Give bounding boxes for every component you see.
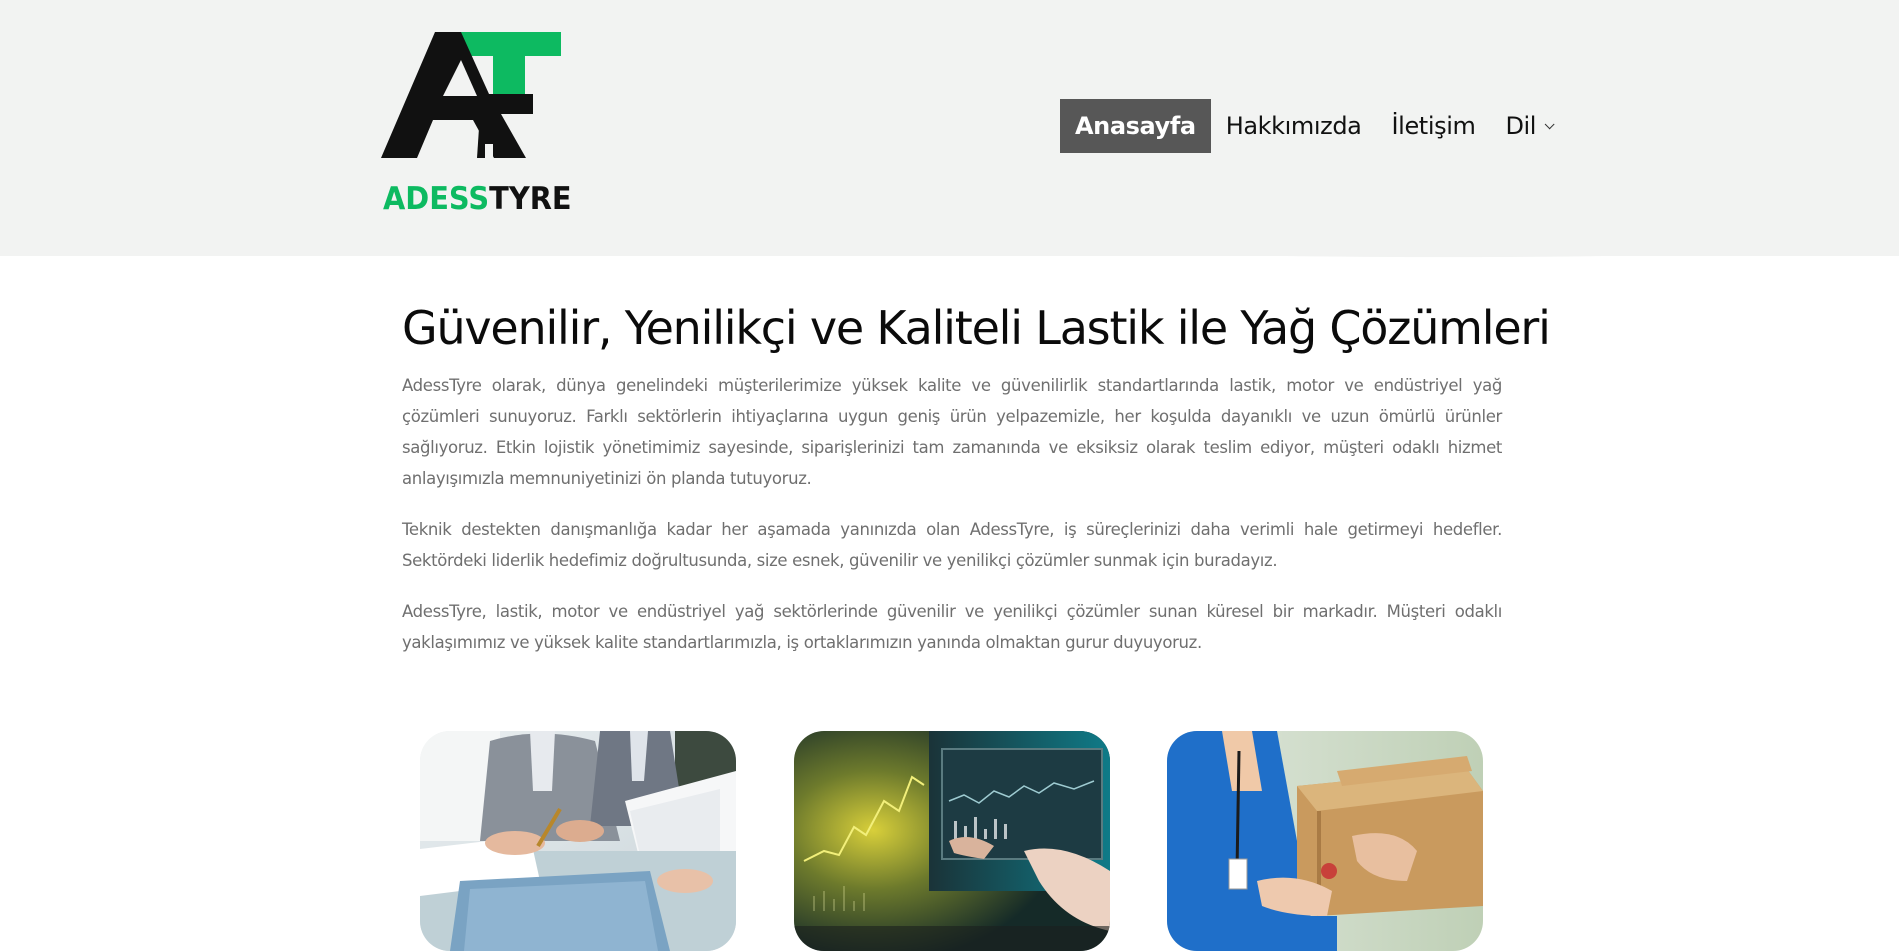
feature-cards xyxy=(420,731,1486,951)
nav-item-label: Hakkımızda xyxy=(1225,112,1362,140)
page-title: Güvenilir, Yenilikçi ve Kaliteli Lastik … xyxy=(402,301,1551,355)
at-monogram-logo xyxy=(381,32,561,158)
card-package-delivery[interactable] xyxy=(1167,731,1483,951)
nav-item-label: İletişim xyxy=(1391,112,1476,140)
chevron-down-icon xyxy=(1544,118,1555,129)
site-logo[interactable]: ADESSTYRE xyxy=(381,32,572,222)
stock-chart-screens-photo xyxy=(794,731,1110,951)
header-wave-divider xyxy=(0,234,1899,258)
nav-item-iletisim[interactable]: İletişim xyxy=(1377,99,1491,153)
brand-paragraph: AdessTyre, lastik, motor ve endüstriyel … xyxy=(402,602,1502,652)
nav-item-hakkimizda[interactable]: Hakkımızda xyxy=(1211,99,1377,153)
logo-wordmark: ADESSTYRE xyxy=(383,181,572,217)
main-nav: Anasayfa Hakkımızda İletişim Dil xyxy=(1060,99,1566,153)
support-paragraph: Teknik destekten danışmanlığa kadar her … xyxy=(402,520,1502,570)
card-stock-chart[interactable] xyxy=(794,731,1110,951)
nav-item-label: Anasayfa xyxy=(1075,112,1196,140)
nav-item-anasayfa[interactable]: Anasayfa xyxy=(1060,99,1211,153)
package-delivery-photo xyxy=(1167,731,1483,951)
card-business-meeting[interactable] xyxy=(420,731,736,951)
nav-item-language-dropdown[interactable]: Dil xyxy=(1490,99,1566,153)
intro-paragraph: AdessTyre olarak, dünya genelindeki müşt… xyxy=(402,376,1502,488)
main-content: Güvenilir, Yenilikçi ve Kaliteli Lastik … xyxy=(402,296,1551,658)
nav-item-label: Dil xyxy=(1505,112,1537,140)
business-meeting-photo xyxy=(420,731,736,951)
site-header: ADESSTYRE Anasayfa Hakkımızda İletişim D… xyxy=(0,0,1899,256)
